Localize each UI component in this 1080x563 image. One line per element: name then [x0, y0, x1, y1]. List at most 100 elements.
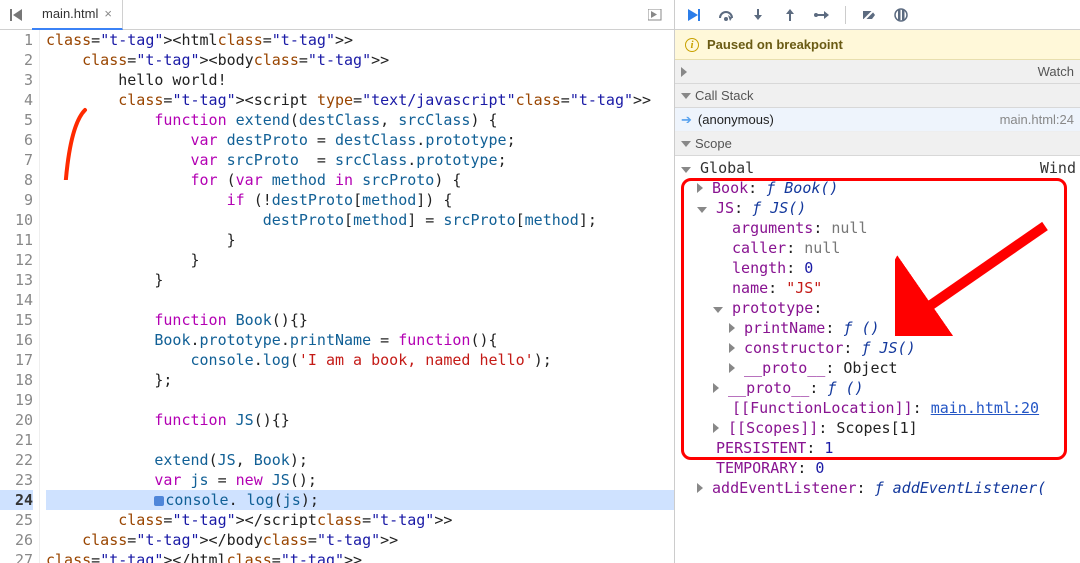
code-line[interactable]: console. log(js);: [46, 490, 674, 510]
chevron-right-icon: [697, 183, 703, 193]
line-number[interactable]: 9: [0, 190, 33, 210]
code-line[interactable]: class="t-tag"><script type="text/javascr…: [46, 90, 674, 110]
line-gutter: 1234567891011121314151617181920212223242…: [0, 30, 40, 563]
line-number[interactable]: 22: [0, 450, 33, 470]
code-line[interactable]: function extend(destClass, srcClass) {: [46, 110, 674, 130]
scope-row[interactable]: name: "JS": [679, 278, 1076, 298]
line-number[interactable]: 1: [0, 30, 33, 50]
scope-row[interactable]: prototype:: [679, 298, 1076, 318]
step-icon[interactable]: [813, 6, 831, 24]
scope-global-row[interactable]: Global Wind: [679, 158, 1076, 178]
scope-row[interactable]: [[FunctionLocation]]: main.html:20: [679, 398, 1076, 418]
line-number[interactable]: 11: [0, 230, 33, 250]
line-number[interactable]: 21: [0, 430, 33, 450]
code-area[interactable]: class="t-tag"><htmlclass="t-tag">> class…: [40, 30, 674, 563]
code-line[interactable]: }: [46, 230, 674, 250]
pause-banner: i Paused on breakpoint: [675, 30, 1080, 60]
step-into-icon[interactable]: [749, 6, 767, 24]
code-line[interactable]: class="t-tag"></htmlclass="t-tag">>: [46, 550, 674, 563]
code-line[interactable]: function Book(){}: [46, 310, 674, 330]
line-number[interactable]: 4: [0, 90, 33, 110]
line-number[interactable]: 6: [0, 130, 33, 150]
step-over-icon[interactable]: [717, 6, 735, 24]
line-number[interactable]: 14: [0, 290, 33, 310]
line-number[interactable]: 20: [0, 410, 33, 430]
pause-exceptions-icon[interactable]: [892, 6, 910, 24]
scope-row[interactable]: TEMPORARY: 0: [679, 458, 1076, 478]
stack-frame-name: (anonymous): [698, 112, 774, 127]
scope-header[interactable]: Scope: [675, 132, 1080, 156]
scope-row[interactable]: __proto__: ƒ (): [679, 378, 1076, 398]
code-line[interactable]: class="t-tag"><bodyclass="t-tag">>: [46, 50, 674, 70]
code-line[interactable]: };: [46, 370, 674, 390]
editor-tabbar: main.html ×: [0, 0, 674, 30]
scope-row[interactable]: arguments: null: [679, 218, 1076, 238]
code-line[interactable]: console.log('I am a book, named hello');: [46, 350, 674, 370]
scope-row[interactable]: [[Scopes]]: Scopes[1]: [679, 418, 1076, 438]
line-number[interactable]: 27: [0, 550, 33, 563]
line-number[interactable]: 15: [0, 310, 33, 330]
step-out-icon[interactable]: [781, 6, 799, 24]
line-number[interactable]: 23: [0, 470, 33, 490]
line-number[interactable]: 5: [0, 110, 33, 130]
line-number[interactable]: 3: [0, 70, 33, 90]
line-number[interactable]: 16: [0, 330, 33, 350]
tab-overflow-icon[interactable]: [642, 4, 668, 26]
line-number[interactable]: 7: [0, 150, 33, 170]
code-line[interactable]: Book.prototype.printName = function(){: [46, 330, 674, 350]
scope-row[interactable]: __proto__: Object: [679, 358, 1076, 378]
watch-header[interactable]: Watch: [675, 60, 1080, 84]
line-number[interactable]: 2: [0, 50, 33, 70]
code-line[interactable]: if (!destProto[method]) {: [46, 190, 674, 210]
code-line[interactable]: var js = new JS();: [46, 470, 674, 490]
tab-main-html[interactable]: main.html ×: [32, 0, 123, 30]
code-editor[interactable]: 1234567891011121314151617181920212223242…: [0, 30, 674, 563]
stack-frame[interactable]: ➔ (anonymous) main.html:24: [675, 108, 1080, 132]
callstack-label: Call Stack: [695, 88, 754, 103]
line-number[interactable]: 24: [0, 490, 33, 510]
code-line[interactable]: for (var method in srcProto) {: [46, 170, 674, 190]
code-line[interactable]: hello world!: [46, 70, 674, 90]
code-line[interactable]: destProto[method] = srcProto[method];: [46, 210, 674, 230]
watch-label: Watch: [1038, 64, 1074, 79]
line-number[interactable]: 8: [0, 170, 33, 190]
scope-row[interactable]: constructor: ƒ JS(): [679, 338, 1076, 358]
scope-row[interactable]: Book: ƒ Book(): [679, 178, 1076, 198]
chevron-down-icon: [713, 307, 723, 313]
code-line[interactable]: [46, 390, 674, 410]
scope-row[interactable]: printName: ƒ (): [679, 318, 1076, 338]
scope-row[interactable]: addEventListener: ƒ addEventListener(: [679, 478, 1076, 498]
line-number[interactable]: 13: [0, 270, 33, 290]
code-line[interactable]: class="t-tag"><htmlclass="t-tag">>: [46, 30, 674, 50]
scope-row[interactable]: JS: ƒ JS(): [679, 198, 1076, 218]
line-number[interactable]: 18: [0, 370, 33, 390]
line-number[interactable]: 12: [0, 250, 33, 270]
deactivate-breakpoints-icon[interactable]: [860, 6, 878, 24]
app-root: main.html × 1234567891011121314151617181…: [0, 0, 1080, 563]
callstack-header[interactable]: Call Stack: [675, 84, 1080, 108]
code-line[interactable]: var destProto = destClass.prototype;: [46, 130, 674, 150]
close-icon[interactable]: ×: [104, 6, 112, 21]
code-line[interactable]: extend(JS, Book);: [46, 450, 674, 470]
code-line[interactable]: [46, 430, 674, 450]
code-line[interactable]: [46, 290, 674, 310]
stack-frame-location: main.html:24: [1000, 112, 1074, 127]
scope-row[interactable]: length: 0: [679, 258, 1076, 278]
code-line[interactable]: class="t-tag"></scriptclass="t-tag">>: [46, 510, 674, 530]
scope-tree[interactable]: Global Wind Book: ƒ Book() JS: ƒ JS() ar…: [675, 156, 1080, 563]
line-number[interactable]: 25: [0, 510, 33, 530]
line-number[interactable]: 26: [0, 530, 33, 550]
resume-icon[interactable]: [685, 6, 703, 24]
code-line[interactable]: var srcProto = srcClass.prototype;: [46, 150, 674, 170]
line-number[interactable]: 17: [0, 350, 33, 370]
scope-row[interactable]: caller: null: [679, 238, 1076, 258]
code-line[interactable]: }: [46, 270, 674, 290]
code-line[interactable]: }: [46, 250, 674, 270]
code-line[interactable]: class="t-tag"></bodyclass="t-tag">>: [46, 530, 674, 550]
nav-back-icon[interactable]: [6, 4, 28, 26]
scope-row[interactable]: PERSISTENT: 1: [679, 438, 1076, 458]
line-number[interactable]: 19: [0, 390, 33, 410]
scope-label: Scope: [695, 136, 732, 151]
line-number[interactable]: 10: [0, 210, 33, 230]
code-line[interactable]: function JS(){}: [46, 410, 674, 430]
